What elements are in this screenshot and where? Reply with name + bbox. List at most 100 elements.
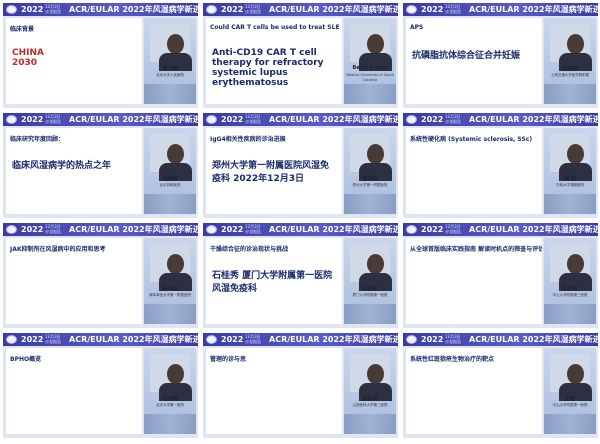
- speaker-name: 余日胜: [562, 286, 578, 292]
- speaker-video: 曹晓莉 郑州大学第一附属医院: [344, 128, 396, 214]
- conference-logo-icon: [406, 335, 417, 344]
- slide-body-text: Anti-CD19 CAR T cell therapy for refract…: [212, 48, 327, 88]
- speaker-head: [567, 34, 584, 54]
- speaker-camera-frame: [150, 354, 192, 401]
- speaker-name: 王丽: [564, 396, 575, 402]
- banner-title: ACR/EULAR 2022年风湿病学新进展研讨会: [69, 5, 198, 14]
- speaker-affiliation: 中南大学湘雅医院: [556, 183, 584, 187]
- speaker-head: [367, 34, 384, 54]
- speaker-affiliation: 海军军医大学第一附属医院: [149, 293, 191, 297]
- banner-year: 2022: [21, 5, 44, 14]
- banner-date: 12月3日 沙龙报告: [445, 4, 461, 14]
- presentation-slide: 管理的诊与思: [206, 348, 342, 434]
- banner-year: 2022: [221, 225, 244, 234]
- speaker-name: 赵东宝: [162, 286, 178, 292]
- video-tile[interactable]: 202212月3日 沙龙报告 ACR/EULAR 2022年风湿病学新进展研讨会 B…: [3, 333, 198, 438]
- banner-year: 2022: [421, 225, 444, 234]
- video-tile[interactable]: 202212月3日 沙龙报告 ACR/EULAR 2022年风湿病学新进展研讨会管…: [203, 333, 398, 438]
- video-tile[interactable]: 202212月3日 沙龙报告 ACR/EULAR 2022年风湿病学新进展研讨会 A…: [403, 3, 598, 108]
- conference-logo-icon: [406, 225, 417, 234]
- presentation-slide: 系统性硬化病 (Systemic sclerosis, SSc): [406, 128, 542, 214]
- video-tile[interactable]: 202212月3日 沙龙报告 ACR/EULAR 2022年风湿病学新进展研讨会临…: [3, 3, 198, 108]
- conference-banner: 202212月3日 沙龙报告 ACR/EULAR 2022年风湿病学新进展研讨会: [403, 333, 598, 346]
- slide-title: 干燥综合征的诊治现状与挑战: [210, 246, 289, 253]
- banner-title: ACR/EULAR 2022年风湿病学新进展研讨会: [469, 335, 598, 344]
- presentation-slide: IgG4相关性疾病的诊治进展 郑州大学第一附属医院风湿免疫科 2022年12月3日: [206, 128, 342, 214]
- speaker-camera-frame: [150, 134, 192, 181]
- hospital-building-image: [544, 84, 596, 104]
- slide-title: 从全球首版临床实践指南 解读时机点的筛查与评估: [410, 246, 542, 253]
- conference-logo-icon: [6, 225, 17, 234]
- video-tile[interactable]: 202212月3日 沙龙报告 ACR/EULAR 2022年风湿病学新进展研讨会 J…: [3, 223, 198, 328]
- speaker-camera-frame: [550, 244, 592, 291]
- speaker-head: [367, 364, 384, 384]
- conference-banner: 202212月3日 沙龙报告 ACR/EULAR 2022年风湿病学新进展研讨会: [3, 3, 198, 16]
- banner-date: 12月3日 沙龙报告: [445, 224, 461, 234]
- speaker-video: 张顺保 北京协和医院: [144, 128, 196, 214]
- video-tile[interactable]: 202212月3日 沙龙报告 ACR/EULAR 2022年风湿病学新进展研讨会系…: [403, 113, 598, 218]
- banner-date: 12月3日 沙龙报告: [45, 114, 61, 124]
- hospital-building-image: [344, 84, 396, 104]
- speaker-video: 石桂秀 厦门大学附属第一医院: [344, 238, 396, 324]
- presentation-slide: JAK抑制剂在风湿病中的应用和思考: [6, 238, 142, 324]
- presentation-slide: 干燥综合征的诊治现状与挑战 石桂秀 厦门大学附属第一医院风湿免疫科: [206, 238, 342, 324]
- presentation-slide: Could CAR T cells be used to treat SLE p…: [206, 18, 342, 104]
- speaker-video: 余日胜 中山大学附属第三医院: [544, 238, 596, 324]
- banner-title: ACR/EULAR 2022年风湿病学新进展研讨会: [269, 115, 398, 124]
- speaker-video: 薛光泽 山西医科大学第二医院: [344, 348, 396, 434]
- speaker-head: [567, 254, 584, 274]
- speaker-name: 曹小峰: [162, 66, 178, 72]
- banner-date: 12月3日 沙龙报告: [245, 4, 261, 14]
- video-tile[interactable]: 202212月3日 沙龙报告 ACR/EULAR 2022年风湿病学新进展研讨会临…: [3, 113, 198, 218]
- slide-body-text: 抗磷脂抗体综合征合并妊娠: [412, 51, 521, 61]
- conference-logo-icon: [6, 5, 17, 14]
- speaker-name: 傅 莉: [564, 176, 576, 182]
- video-tile[interactable]: 202212月3日 沙龙报告 ACR/EULAR 2022年风湿病学新进展研讨会系…: [403, 333, 598, 438]
- speaker-affiliation: 山西医科大学第二医院: [352, 403, 388, 407]
- slide-title: 系统性红斑狼疮生物治疗的靶点: [410, 356, 495, 363]
- conference-logo-icon: [206, 225, 217, 234]
- speaker-name: 张顺保: [162, 176, 178, 182]
- banner-date: 12月3日 沙龙报告: [45, 224, 61, 234]
- banner-title: ACR/EULAR 2022年风湿病学新进展研讨会: [469, 5, 598, 14]
- slide-title: 系统性硬化病 (Systemic sclerosis, SSc): [410, 136, 533, 143]
- slide-title: JAK抑制剂在风湿病中的应用和思考: [10, 246, 106, 253]
- speaker-video: 傅 莉中南大学湘雅医院: [544, 128, 596, 214]
- speaker-affiliation: 上海交通大学医学院附属: [550, 73, 590, 77]
- presentation-slide: 从全球首版临床实践指南 解读时机点的筛查与评估: [406, 238, 542, 324]
- speaker-head: [367, 254, 384, 274]
- speaker-camera-frame: [350, 134, 392, 181]
- slide-title: APS: [410, 24, 424, 31]
- banner-year: 2022: [421, 115, 444, 124]
- speaker-camera-frame: [550, 134, 592, 181]
- conference-logo-icon: [406, 115, 417, 124]
- banner-title: ACR/EULAR 2022年风湿病学新进展研讨会: [469, 225, 598, 234]
- speaker-head: [167, 364, 184, 384]
- hospital-building-image: [144, 304, 196, 324]
- slide-body-text: 临床风湿病学的热点之年: [12, 161, 112, 171]
- banner-title: ACR/EULAR 2022年风湿病学新进展研讨会: [269, 335, 398, 344]
- banner-year: 2022: [221, 335, 244, 344]
- banner-date: 12月3日 沙龙报告: [245, 114, 261, 124]
- speaker-video: 曹小峰 北京大学人民医院: [144, 18, 196, 104]
- speaker-camera-frame: [350, 24, 392, 71]
- video-tile[interactable]: 202212月3日 沙龙报告 ACR/EULAR 2022年风湿病学新进展研讨会干…: [203, 223, 398, 328]
- conference-banner: 202212月3日 沙龙报告 ACR/EULAR 2022年风湿病学新进展研讨会: [3, 223, 198, 236]
- hospital-building-image: [144, 84, 196, 104]
- video-tile[interactable]: 202212月3日 沙龙报告 ACR/EULAR 2022年风湿病学新进展研讨会 C…: [203, 3, 398, 108]
- conference-banner: 202212月3日 沙龙报告 ACR/EULAR 2022年风湿病学新进展研讨会: [203, 3, 398, 16]
- conference-banner: 202212月3日 沙龙报告 ACR/EULAR 2022年风湿病学新进展研讨会: [403, 3, 598, 16]
- video-tile[interactable]: 202212月3日 沙龙报告 ACR/EULAR 2022年风湿病学新进展研讨会 I…: [203, 113, 398, 218]
- presentation-slide: BPHO概览: [6, 348, 142, 434]
- speaker-name: 石桂秀: [362, 286, 378, 292]
- conference-banner: 202212月3日 沙龙报告 ACR/EULAR 2022年风湿病学新进展研讨会: [3, 333, 198, 346]
- video-tile[interactable]: 202212月3日 沙龙报告 ACR/EULAR 2022年风湿病学新进展研讨会从…: [403, 223, 598, 328]
- banner-date: 12月3日 沙龙报告: [245, 224, 261, 234]
- speaker-name: 曹晓莉: [362, 176, 378, 182]
- speaker-camera-frame: [350, 354, 392, 401]
- banner-year: 2022: [421, 335, 444, 344]
- speaker-video: 汪大峰 北京大学第一医院: [144, 348, 196, 434]
- banner-title: ACR/EULAR 2022年风湿病学新进展研讨会: [69, 225, 198, 234]
- speaker-video: 吕亚楠 上海交通大学医学院附属: [544, 18, 596, 104]
- banner-date: 12月3日 沙龙报告: [445, 114, 461, 124]
